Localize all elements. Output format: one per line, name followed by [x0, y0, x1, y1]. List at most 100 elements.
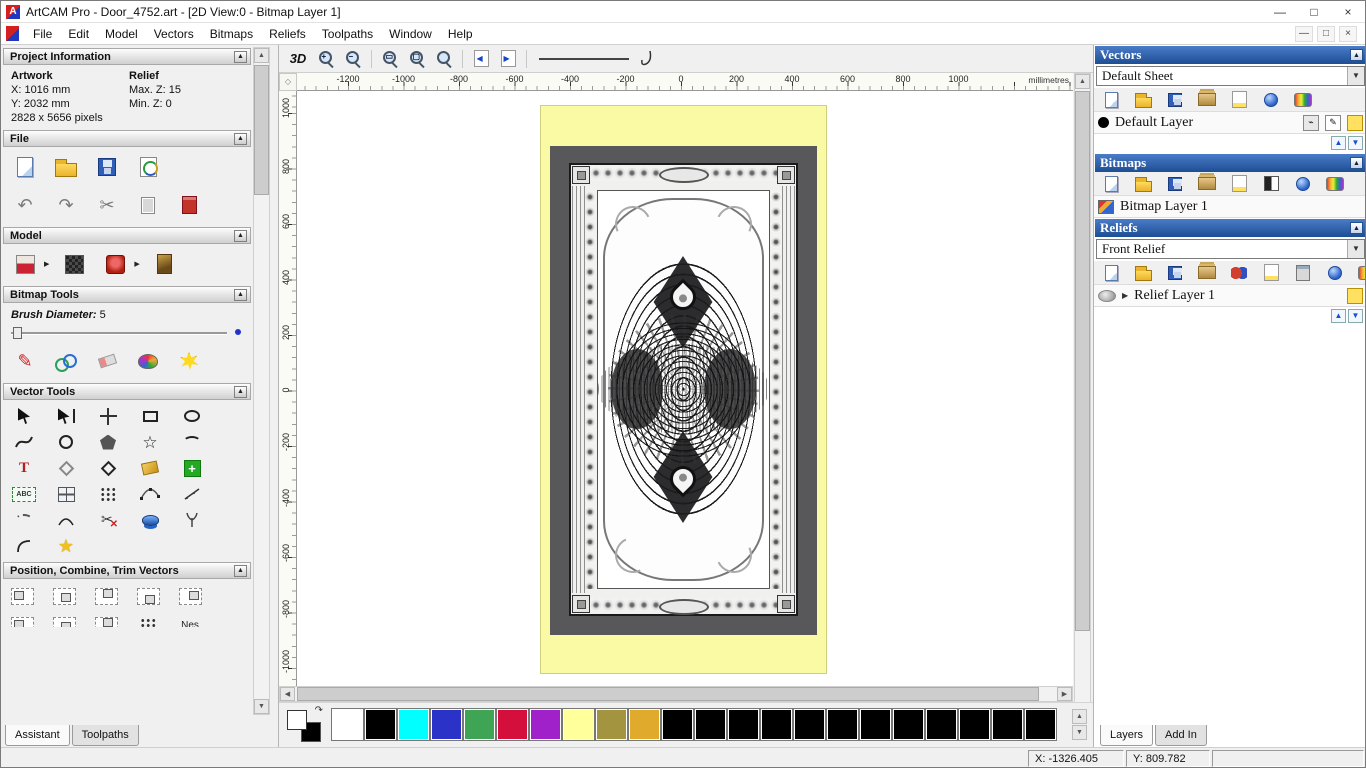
scroll-left-icon[interactable]: ◀ — [280, 687, 295, 701]
collapse-section-button[interactable]: ▲ — [234, 51, 247, 63]
snap-toggle-icon[interactable]: ⌁ — [1303, 115, 1319, 131]
import-model-icon[interactable] — [132, 152, 164, 182]
relief-colours-icon[interactable] — [1356, 263, 1366, 283]
palette-swatch[interactable] — [694, 708, 727, 741]
new-sheet-icon[interactable] — [1228, 90, 1250, 110]
collapse-section-button[interactable]: ▲ — [234, 565, 247, 577]
primary-colour-swatch[interactable] — [287, 710, 307, 730]
free-arc-tool[interactable] — [53, 508, 79, 532]
draw-shapes-icon[interactable] — [50, 346, 82, 376]
collapse-section-button[interactable]: ▲ — [1350, 222, 1363, 234]
measure-tool[interactable] — [179, 482, 205, 506]
scrollbar-thumb[interactable] — [297, 687, 1039, 701]
palette-swatch[interactable] — [727, 708, 760, 741]
palette-swatch[interactable] — [595, 708, 628, 741]
snap-next-view-icon[interactable]: ▶ — [496, 48, 520, 70]
nesting-icon[interactable]: Nes — [177, 613, 203, 627]
fillet-tool[interactable] — [11, 534, 37, 558]
close-button[interactable]: × — [1331, 1, 1365, 22]
select-vectors-tool[interactable] — [11, 404, 37, 428]
palette-swatch[interactable] — [1024, 708, 1057, 741]
palette-swatch[interactable] — [892, 708, 925, 741]
delete-relief-layer-icon[interactable] — [1324, 263, 1346, 283]
text-tool[interactable]: T — [11, 456, 37, 480]
relief-layer-lock-icon[interactable] — [1347, 288, 1363, 304]
diamond-tool[interactable] — [95, 456, 121, 480]
new-bitmap-layer-icon[interactable] — [1100, 174, 1122, 194]
paste-along-curve-tool[interactable] — [137, 482, 163, 506]
layer-lock-icon[interactable] — [1347, 115, 1363, 131]
zoom-objects-icon[interactable] — [432, 48, 456, 70]
palette-swatch[interactable] — [760, 708, 793, 741]
palette-swatch[interactable] — [496, 708, 529, 741]
model-stamp-icon[interactable] — [99, 249, 131, 279]
chevron-down-icon[interactable]: ▼ — [1347, 67, 1364, 85]
bitmap-layer-row[interactable]: Bitmap Layer 1 — [1094, 196, 1366, 218]
merge-bitmap-layers-icon[interactable] — [1196, 174, 1218, 194]
palette-swatch[interactable] — [661, 708, 694, 741]
extrude-tool[interactable] — [137, 508, 163, 532]
palette-swatch[interactable] — [793, 708, 826, 741]
expand-layer-icon[interactable]: ▶ — [1122, 291, 1128, 300]
flood-fill-icon[interactable] — [173, 346, 205, 376]
palette-swatch[interactable] — [430, 708, 463, 741]
redo-icon[interactable]: ↷ — [50, 190, 82, 220]
palette-scroll-down-icon[interactable]: ▼ — [1072, 725, 1087, 740]
move-layer-up-icon[interactable]: ▲ — [1331, 309, 1346, 323]
assistant-scrollbar[interactable]: ▲ ▼ — [253, 47, 270, 715]
align-top-icon[interactable] — [93, 584, 119, 608]
chevron-down-icon[interactable]: ▼ — [1347, 240, 1364, 258]
rectangle-tool[interactable] — [137, 404, 163, 428]
menu-window[interactable]: Window — [381, 23, 440, 44]
freehand-curve-tool[interactable] — [11, 430, 37, 454]
scroll-right-icon[interactable]: ▶ — [1057, 687, 1072, 701]
move-layer-down-icon[interactable]: ▼ — [1348, 136, 1363, 150]
palette-swatch[interactable] — [628, 708, 661, 741]
trim-vectors-tool[interactable]: ✂✕ — [95, 508, 121, 532]
scrollbar-thumb[interactable] — [254, 65, 269, 195]
align-bottom-icon[interactable] — [135, 584, 161, 608]
snap-previous-view-icon[interactable]: ◀ — [469, 48, 493, 70]
mdi-close-icon[interactable]: × — [1339, 26, 1357, 42]
scroll-up-icon[interactable]: ▲ — [1075, 74, 1090, 89]
wrap-text-tool[interactable] — [53, 482, 79, 506]
branch-curve-tool[interactable] — [179, 508, 205, 532]
menu-vectors[interactable]: Vectors — [146, 23, 202, 44]
relief-select[interactable]: Front Relief ▼ — [1096, 239, 1365, 259]
align-left-icon[interactable] — [9, 584, 35, 608]
circle-tool[interactable] — [53, 430, 79, 454]
mdi-restore-icon[interactable]: □ — [1317, 26, 1335, 42]
primary-secondary-colour-icon[interactable]: ↷ — [287, 708, 323, 742]
curve-preview-icon[interactable] — [638, 49, 654, 69]
relief-sheet-icon[interactable] — [1260, 263, 1282, 283]
collapse-section-button[interactable]: ▲ — [234, 133, 247, 145]
mdi-minimize-icon[interactable]: — — [1295, 26, 1313, 42]
palette-swatch[interactable] — [991, 708, 1024, 741]
swap-colours-icon[interactable]: ↷ — [315, 705, 323, 716]
model-texture-icon[interactable] — [58, 249, 90, 279]
drawing-canvas[interactable] — [297, 91, 1073, 730]
block-copy-tool[interactable] — [95, 482, 121, 506]
zoom-window-icon[interactable]: ▭ — [378, 48, 402, 70]
collapse-section-button[interactable]: ▲ — [234, 230, 247, 242]
vector-layer-row[interactable]: Default Layer ⌁ ✎ — [1094, 112, 1366, 134]
align-centre-icon[interactable] — [51, 584, 77, 608]
menu-help[interactable]: Help — [440, 23, 481, 44]
create-vector-tool[interactable]: + — [179, 456, 205, 480]
scroll-down-icon[interactable]: ▼ — [254, 699, 269, 714]
palette-swatch[interactable] — [958, 708, 991, 741]
collapse-section-button[interactable]: ▲ — [1350, 157, 1363, 169]
zoom-in-icon[interactable]: + — [314, 48, 338, 70]
paint-pencil-icon[interactable]: ✎ — [9, 346, 41, 376]
tab-layers[interactable]: Layers — [1100, 725, 1153, 746]
tab-assistant[interactable]: Assistant — [5, 725, 70, 746]
palette-swatch[interactable] — [925, 708, 958, 741]
menu-model[interactable]: Model — [97, 23, 146, 44]
edit-layer-icon[interactable]: ✎ — [1325, 115, 1341, 131]
scroll-up-icon[interactable]: ▲ — [254, 48, 269, 63]
merge-relief-layers-icon[interactable] — [1196, 263, 1218, 283]
menu-bitmaps[interactable]: Bitmaps — [202, 23, 261, 44]
scrollbar-thumb[interactable] — [1075, 91, 1090, 631]
merge-layers-icon[interactable] — [1196, 90, 1218, 110]
open-vector-layer-icon[interactable] — [1132, 90, 1154, 110]
